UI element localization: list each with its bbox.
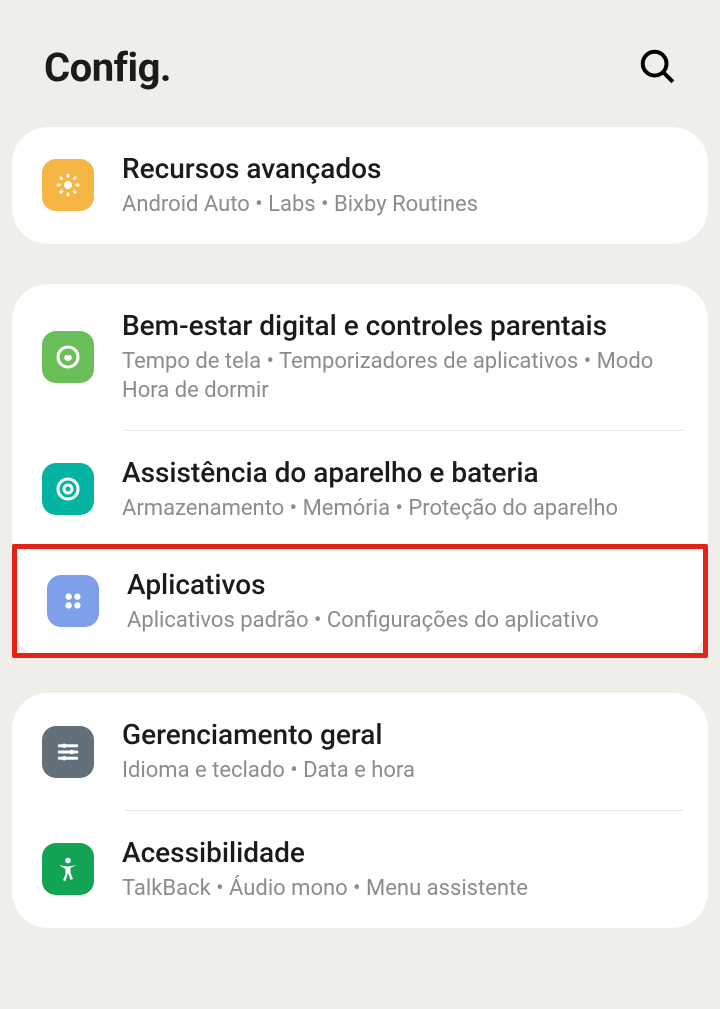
device-care-icon <box>42 463 94 515</box>
item-body: Bem-estar digital e controles parentais … <box>122 308 684 406</box>
accessibility-icon <box>42 843 94 895</box>
settings-group-1: Recursos avançados Android Auto • Labs •… <box>12 127 708 244</box>
item-body: Acessibilidade TalkBack • Áudio mono • M… <box>122 835 684 904</box>
header: Config. <box>0 0 720 127</box>
item-subtitle: Android Auto • Labs • Bixby Routines <box>122 190 684 220</box>
item-subtitle: Aplicativos padrão • Configurações do ap… <box>127 606 679 636</box>
item-subtitle: TalkBack • Áudio mono • Menu assistente <box>122 874 684 904</box>
settings-item-accessibility[interactable]: Acessibilidade TalkBack • Áudio mono • M… <box>12 811 708 928</box>
item-body: Gerenciamento geral Idioma e teclado • D… <box>122 717 684 786</box>
item-body: Recursos avançados Android Auto • Labs •… <box>122 151 684 220</box>
item-title: Recursos avançados <box>122 151 684 186</box>
item-subtitle: Tempo de tela • Temporizadores de aplica… <box>122 347 684 406</box>
search-button[interactable] <box>638 47 676 89</box>
settings-group-3: Gerenciamento geral Idioma e teclado • D… <box>12 693 708 927</box>
tutorial-highlight: Aplicativos Aplicativos padrão • Configu… <box>12 544 708 659</box>
digital-wellbeing-icon <box>42 331 94 383</box>
apps-icon <box>47 575 99 627</box>
page-title: Config. <box>44 44 171 91</box>
item-title: Assistência do aparelho e bateria <box>122 455 684 490</box>
item-title: Aplicativos <box>127 567 679 602</box>
item-body: Aplicativos Aplicativos padrão • Configu… <box>127 567 679 636</box>
settings-group-2: Bem-estar digital e controles parentais … <box>12 284 708 659</box>
settings-item-digital-wellbeing[interactable]: Bem-estar digital e controles parentais … <box>12 284 708 430</box>
search-icon <box>638 70 676 89</box>
item-title: Acessibilidade <box>122 835 684 870</box>
item-title: Bem-estar digital e controles parentais <box>122 308 684 343</box>
settings-item-advanced-features[interactable]: Recursos avançados Android Auto • Labs •… <box>12 127 708 244</box>
item-body: Assistência do aparelho e bateria Armaze… <box>122 455 684 524</box>
general-management-icon <box>42 726 94 778</box>
settings-item-device-care[interactable]: Assistência do aparelho e bateria Armaze… <box>12 431 708 548</box>
item-subtitle: Armazenamento • Memória • Proteção do ap… <box>122 494 684 524</box>
item-subtitle: Idioma e teclado • Data e hora <box>122 756 684 786</box>
settings-item-apps[interactable]: Aplicativos Aplicativos padrão • Configu… <box>17 549 703 654</box>
item-title: Gerenciamento geral <box>122 717 684 752</box>
settings-item-general-management[interactable]: Gerenciamento geral Idioma e teclado • D… <box>12 693 708 810</box>
advanced-features-icon <box>42 159 94 211</box>
